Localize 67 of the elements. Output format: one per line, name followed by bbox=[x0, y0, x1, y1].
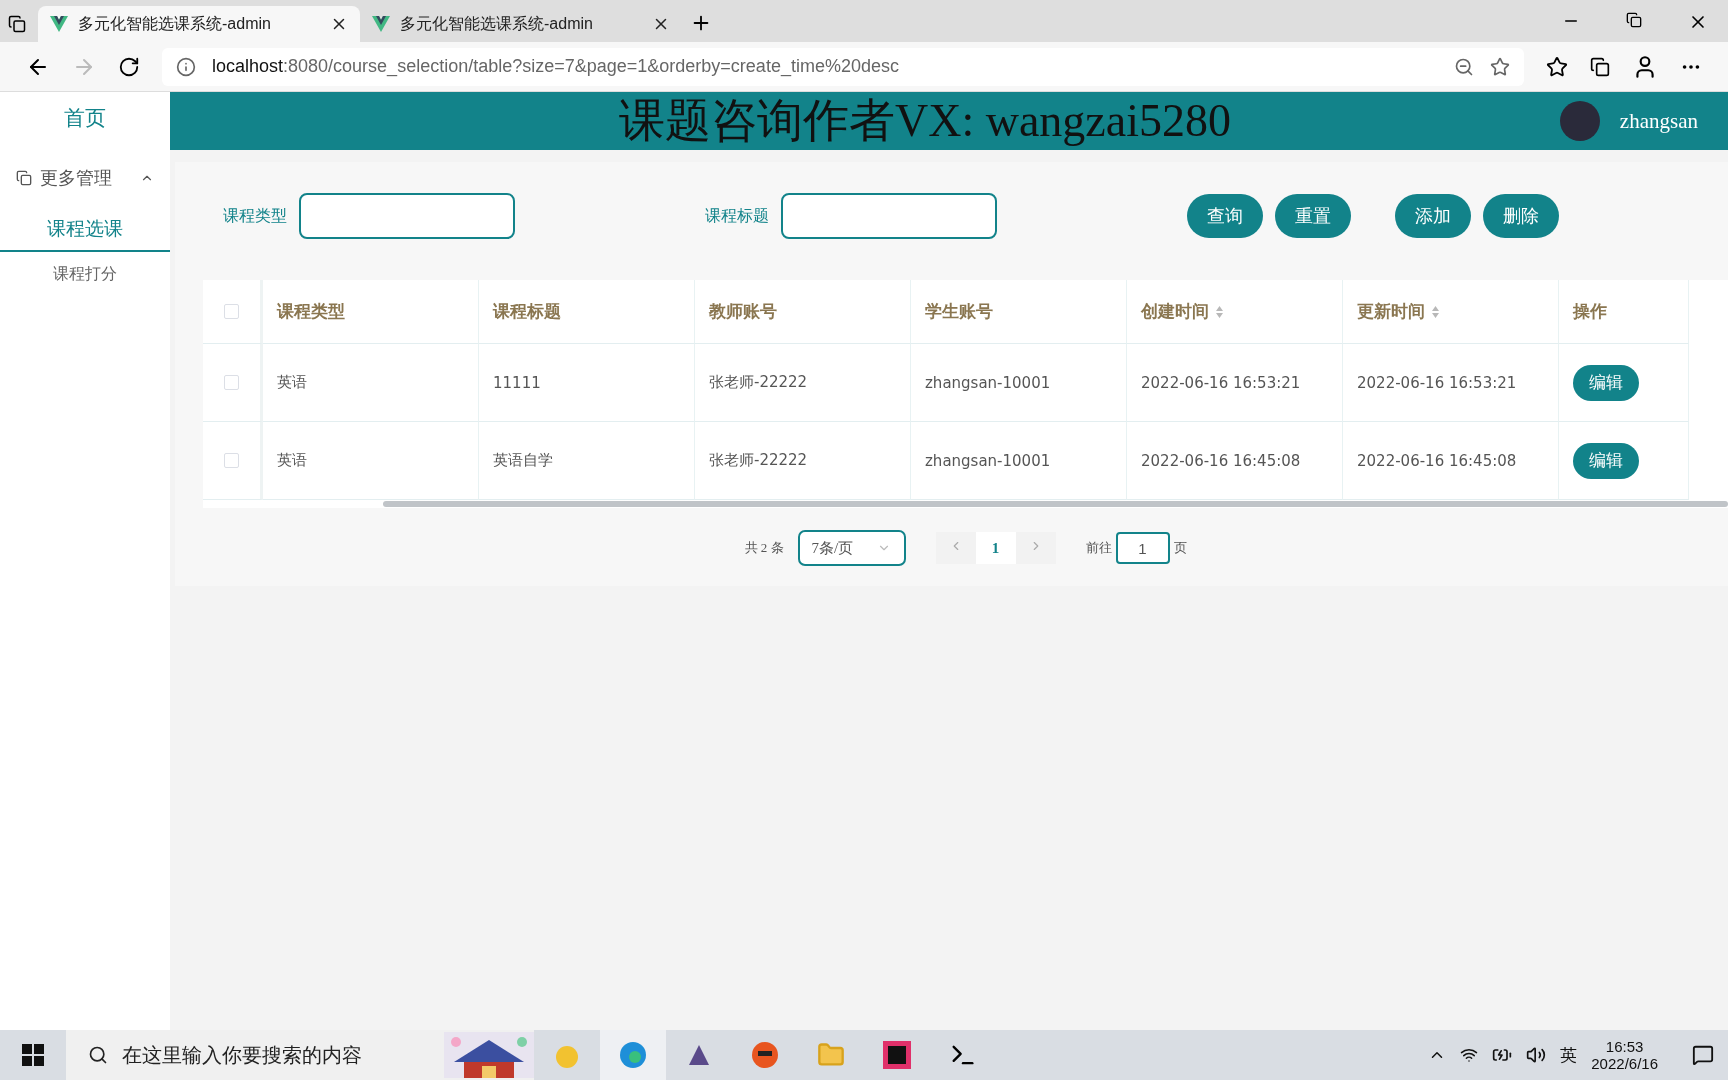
table-cell: 英语 bbox=[263, 344, 479, 422]
clock[interactable]: 16:53 2022/6/16 bbox=[1591, 1038, 1658, 1072]
search-icon bbox=[88, 1045, 108, 1065]
favorites-icon[interactable] bbox=[1546, 55, 1568, 78]
action-button[interactable]: 删除 bbox=[1483, 194, 1559, 238]
filter-input[interactable] bbox=[299, 193, 515, 239]
checkbox[interactable] bbox=[224, 453, 239, 468]
sort-icon bbox=[1431, 304, 1440, 319]
total-count: 共 2 条 bbox=[744, 539, 784, 557]
column-header: 创建时间 bbox=[1127, 280, 1343, 344]
collections-icon[interactable] bbox=[1590, 56, 1610, 77]
tab-title: 多元化智能选课系统-admin bbox=[400, 13, 594, 34]
column-header: 课程标题 bbox=[479, 280, 695, 344]
column-header: 课程类型 bbox=[263, 280, 479, 344]
menu-item[interactable]: 课程打分 bbox=[0, 252, 170, 293]
page-suffix: 页 bbox=[1173, 539, 1187, 557]
page-title: 课题咨询作者VX: wangzai5280 bbox=[617, 94, 1232, 148]
table-cell: 11111 bbox=[479, 344, 695, 422]
menu-icon bbox=[16, 170, 32, 186]
scrollbar[interactable] bbox=[383, 501, 1728, 507]
column-header: 更新时间 bbox=[1343, 280, 1559, 344]
notification-icon[interactable] bbox=[1692, 1044, 1714, 1066]
table-cell: 2022-06-16 16:53:21 bbox=[1127, 344, 1343, 422]
table-cell: zhangsan-10001 bbox=[911, 344, 1127, 422]
browser-tab[interactable]: 多元化智能选课系统-admin bbox=[360, 6, 682, 42]
restore-icon[interactable] bbox=[1626, 12, 1642, 28]
action-button[interactable]: 查询 bbox=[1187, 194, 1263, 238]
v-logo-icon bbox=[372, 16, 390, 32]
column-header: 学生账号 bbox=[911, 280, 1127, 344]
checkbox[interactable] bbox=[224, 304, 239, 319]
sort-icon bbox=[1215, 304, 1224, 319]
filter-input[interactable] bbox=[781, 193, 997, 239]
browser-icon[interactable] bbox=[600, 1030, 666, 1080]
action-button[interactable]: 重置 bbox=[1275, 194, 1351, 238]
v-logo-icon bbox=[50, 16, 68, 32]
checkbox[interactable] bbox=[224, 375, 239, 390]
tab-title: 多元化智能选课系统-admin bbox=[78, 13, 272, 34]
column-header: 教师账号 bbox=[695, 280, 911, 344]
edit-button[interactable]: 编辑 bbox=[1573, 364, 1639, 401]
zoom-out-icon[interactable] bbox=[1454, 56, 1474, 77]
page-size-select[interactable]: 7条/页 bbox=[797, 530, 906, 566]
filter-label: 课程标题 bbox=[705, 205, 769, 226]
taskbar-search[interactable]: 在这里输入你要搜索的内容 bbox=[66, 1030, 534, 1080]
home-link[interactable]: 首页 bbox=[0, 102, 170, 152]
search-placeholder: 在这里输入你要搜索的内容 bbox=[122, 1042, 363, 1068]
volume-icon[interactable] bbox=[1526, 1045, 1547, 1065]
edit-button[interactable]: 编辑 bbox=[1573, 442, 1639, 479]
menu-group[interactable]: 更多管理 bbox=[0, 152, 170, 204]
url-text: localhost:8080/course_selection/table?size=7&page=1&orderby=create_time%20desc bbox=[212, 56, 900, 77]
goto-input[interactable]: 1 bbox=[1115, 532, 1170, 564]
favorite-icon[interactable] bbox=[1490, 56, 1510, 77]
table-cell: 2022-06-16 16:53:21 bbox=[1343, 344, 1559, 422]
filter-label: 课程类型 bbox=[223, 205, 287, 226]
menu-item[interactable]: 课程选课 bbox=[0, 204, 170, 252]
column-header: 操作 bbox=[1559, 280, 1689, 344]
avatar[interactable] bbox=[1559, 101, 1600, 141]
table-cell: 张老师-22222 bbox=[695, 344, 911, 422]
input-method[interactable]: 英 bbox=[1560, 1043, 1578, 1067]
reload-icon[interactable] bbox=[118, 55, 140, 78]
wifi-icon[interactable] bbox=[1460, 1046, 1479, 1064]
address-field[interactable]: localhost:8080/course_selection/table?size=7&page=1&orderby=create_time%20desc bbox=[162, 47, 1524, 86]
page-button[interactable]: 1 bbox=[975, 532, 1016, 564]
action-button[interactable]: 添加 bbox=[1395, 194, 1471, 238]
browser-tab[interactable]: 多元化智能选课系统-admin bbox=[38, 6, 360, 42]
user-name: zhangsan bbox=[1619, 108, 1698, 134]
info-icon bbox=[176, 56, 196, 77]
goto-label: 前往 bbox=[1085, 539, 1112, 557]
